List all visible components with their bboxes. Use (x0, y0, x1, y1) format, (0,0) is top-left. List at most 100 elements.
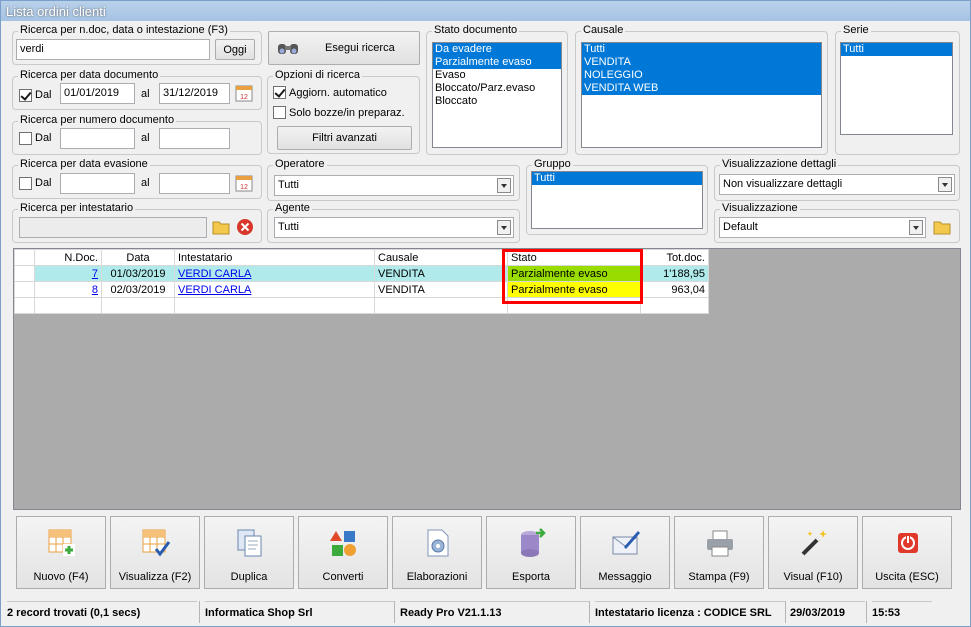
auto-update-label: Aggiorn. automatico (289, 87, 387, 99)
window-title: Lista ordini clienti (1, 1, 970, 21)
date-to-label: al (141, 88, 150, 100)
folder-icon[interactable] (932, 217, 952, 237)
new-button[interactable]: Nuovo (F4) (16, 516, 106, 589)
table-cell: 963,04 (640, 281, 709, 298)
calendar-icon[interactable]: 12 (234, 83, 254, 103)
message-button[interactable]: Messaggio (580, 516, 670, 589)
chevron-down-icon[interactable] (497, 220, 511, 235)
folder-icon[interactable] (211, 217, 231, 237)
visual-button[interactable]: Visual (F10) (768, 516, 858, 589)
execute-search-button[interactable]: Esegui ricerca (268, 31, 420, 65)
number-from-checkbox[interactable] (19, 132, 32, 145)
doc-state-list[interactable]: Da evadere Parzialmente evaso Evaso Bloc… (432, 42, 562, 148)
doc-number-link[interactable]: 8 (92, 284, 98, 296)
list-item[interactable]: Tutti (841, 43, 952, 56)
row-selector[interactable] (14, 265, 35, 282)
agent-select[interactable]: Tutti (274, 217, 514, 238)
auto-update-checkbox[interactable] (273, 86, 286, 99)
export-label: Esporta (512, 571, 550, 583)
date-to-input[interactable]: 31/12/2019 (159, 83, 230, 104)
details-view-value: Non visualizzare dettagli (723, 178, 843, 190)
exit-button[interactable]: Uscita (ESC) (862, 516, 952, 589)
operator-legend: Operatore (273, 158, 327, 170)
calendar-icon[interactable]: 12 (234, 173, 254, 193)
orders-grid[interactable]: N.Doc. Data Intestatario Causale Stato T… (13, 248, 961, 510)
list-item[interactable]: Parzialmente evaso (433, 56, 561, 69)
group-list[interactable]: Tutti (531, 171, 703, 229)
duplicate-button[interactable]: Duplica (204, 516, 294, 589)
convert-button[interactable]: Converti (298, 516, 388, 589)
chevron-down-icon[interactable] (909, 220, 923, 235)
date-from-checkbox[interactable] (19, 89, 32, 102)
evasion-from-label: Dal (35, 177, 52, 189)
holder-link[interactable]: VERDI CARLA (178, 268, 251, 280)
causale-list[interactable]: Tutti VENDITA NOLEGGIO VENDITA WEB (581, 42, 822, 148)
status-divider (589, 601, 590, 623)
number-from-input[interactable] (60, 128, 135, 149)
status-company: Informatica Shop Srl (205, 601, 395, 624)
list-item[interactable]: Bloccato/Parz.evaso (433, 82, 561, 95)
search-input[interactable]: verdi (16, 39, 210, 60)
column-header[interactable]: Intestatario (174, 249, 375, 266)
number-to-label: al (141, 132, 150, 144)
message-label: Messaggio (598, 571, 652, 583)
operator-select[interactable]: Tutti (274, 175, 514, 196)
export-icon (516, 527, 548, 559)
convert-icon (328, 527, 360, 559)
details-view-select[interactable]: Non visualizzare dettagli (719, 174, 955, 195)
view-legend: Visualizzazione (720, 202, 800, 214)
view-button[interactable]: Visualizza (F2) (110, 516, 200, 589)
column-header[interactable]: Causale (374, 249, 508, 266)
row-selector-header (14, 249, 35, 266)
column-header[interactable]: N.Doc. (34, 249, 102, 266)
table-cell: VENDITA (374, 281, 508, 298)
causale-legend: Causale (581, 24, 626, 36)
clear-icon[interactable] (235, 217, 255, 237)
print-button[interactable]: Stampa (F9) (674, 516, 764, 589)
chevron-down-icon[interactable] (497, 178, 511, 193)
list-item[interactable]: VENDITA WEB (582, 82, 821, 95)
doc-number-link[interactable]: 7 (92, 268, 98, 280)
holder-input[interactable] (19, 217, 207, 238)
list-item[interactable]: VENDITA (582, 56, 821, 69)
message-icon (610, 527, 642, 559)
evasion-from-input[interactable] (60, 173, 135, 194)
evasion-to-input[interactable] (159, 173, 230, 194)
list-item[interactable]: Bloccato (433, 95, 561, 108)
view-select[interactable]: Default (719, 217, 926, 238)
printer-icon (704, 527, 736, 559)
advanced-filters-button[interactable]: Filtri avanzati (277, 126, 412, 150)
status-date: 29/03/2019 (790, 601, 865, 624)
list-item[interactable]: NOLEGGIO (582, 69, 821, 82)
column-header[interactable]: Tot.doc. (640, 249, 709, 266)
status-divider (199, 601, 200, 623)
column-header[interactable]: Data (101, 249, 175, 266)
search-options-legend: Opzioni di ricerca (273, 69, 362, 81)
view-grid-icon (140, 527, 172, 559)
duplicate-icon (234, 527, 266, 559)
operator-value: Tutti (278, 179, 299, 191)
list-item[interactable]: Da evadere (433, 43, 561, 56)
processing-button[interactable]: Elaborazioni (392, 516, 482, 589)
main-window: Lista ordini clienti Ricerca per n.doc, … (0, 0, 971, 627)
date-from-input[interactable]: 01/01/2019 (60, 83, 135, 104)
view-value: Default (723, 221, 758, 233)
svg-text:12: 12 (240, 94, 248, 101)
agent-value: Tutti (278, 221, 299, 233)
holder-link[interactable]: VERDI CARLA (178, 284, 251, 296)
number-search-legend: Ricerca per numero documento (18, 114, 177, 126)
row-selector[interactable] (14, 281, 35, 298)
status-divider (866, 601, 867, 623)
list-item[interactable]: Tutti (582, 43, 821, 56)
number-to-input[interactable] (159, 128, 230, 149)
drafts-only-checkbox[interactable] (273, 106, 286, 119)
today-button[interactable]: Oggi (215, 39, 255, 60)
export-button[interactable]: Esporta (486, 516, 576, 589)
group-legend: Gruppo (532, 158, 573, 170)
date-search-legend: Ricerca per data documento (18, 69, 161, 81)
evasion-from-checkbox[interactable] (19, 177, 32, 190)
serie-list[interactable]: Tutti (840, 42, 953, 135)
list-item[interactable]: Tutti (532, 172, 702, 185)
chevron-down-icon[interactable] (938, 177, 952, 192)
list-item[interactable]: Evaso (433, 69, 561, 82)
